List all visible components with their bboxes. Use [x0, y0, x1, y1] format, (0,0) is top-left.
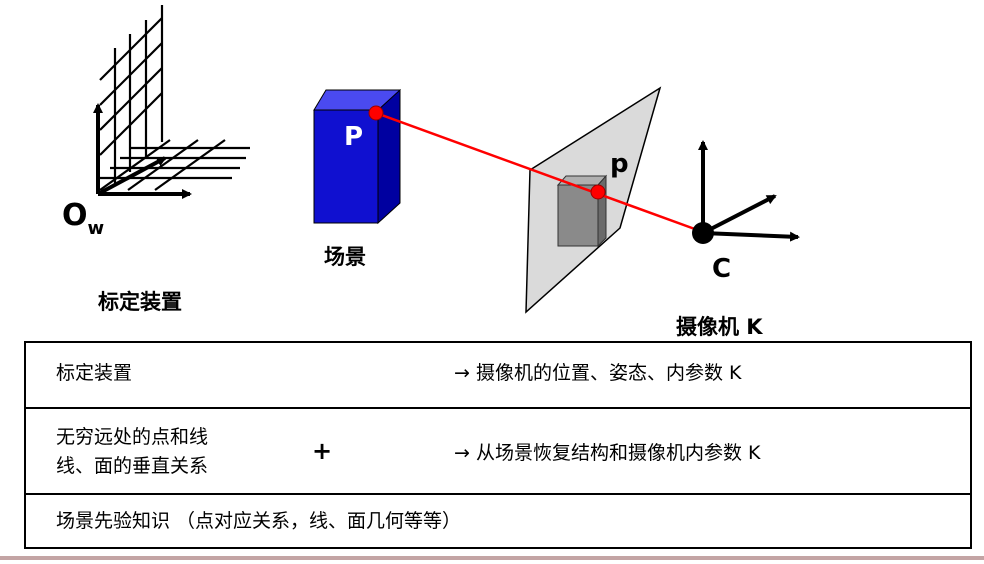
row2-right: → 从场景恢复结构和摄像机内参数 K [454, 442, 761, 464]
origin-letter: O [62, 198, 88, 233]
calibration-rig [93, 5, 250, 199]
scene-box [313, 88, 401, 225]
row3-text: 场景先验知识 （点对应关系，线、面几何等等） [56, 510, 462, 532]
scene-point-label: P [344, 122, 364, 152]
row1-left: 标定装置 [56, 362, 133, 384]
row2-left-line1: 无穷远处的点和线 [56, 426, 209, 448]
camera-center-label: C [712, 254, 732, 284]
row1-right: → 摄像机的位置、姿态、内参数 K [454, 362, 742, 384]
camera-center-marker [692, 222, 714, 244]
table-row: 标定装置 → 摄像机的位置、姿态、内参数 K [26, 343, 970, 407]
bottom-rule [0, 556, 984, 560]
row2-plus: + [312, 437, 333, 465]
row2-left-line2: 线、面的垂直关系 [56, 455, 209, 477]
scene-point-marker [368, 105, 384, 121]
image-point-marker [590, 184, 606, 200]
camera-axes [698, 140, 800, 242]
scene-label: 场景 [324, 245, 366, 269]
summary-table: 标定装置 → 摄像机的位置、姿态、内参数 K 无穷远处的点和线 线、面的垂直关系… [24, 341, 972, 549]
calibration-label: 标定装置 [98, 290, 182, 314]
table-row: 场景先验知识 （点对应关系，线、面几何等等） [26, 493, 970, 547]
origin-label: Ow [62, 198, 105, 240]
camera-label: 摄像机 K [676, 315, 763, 339]
image-point-label: p [610, 149, 629, 179]
table-row: 无穷远处的点和线 线、面的垂直关系 + → 从场景恢复结构和摄像机内参数 K [26, 407, 970, 493]
origin-subscript: w [87, 218, 105, 239]
